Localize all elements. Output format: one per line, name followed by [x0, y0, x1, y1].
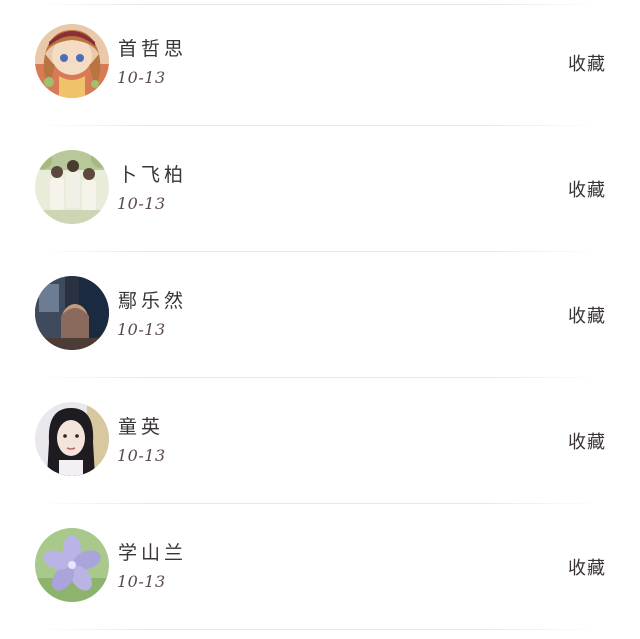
purple-flower-avatar-image — [35, 528, 109, 602]
favorite-button[interactable]: 收藏 — [568, 50, 606, 76]
user-name: 首哲思 — [118, 38, 188, 60]
dark-room-avatar-image — [35, 276, 109, 350]
user-name: 鄢乐然 — [118, 290, 188, 312]
anime-girl-avatar-image — [35, 24, 109, 98]
item-date: 10-13 — [117, 68, 166, 87]
user-name: 学山兰 — [118, 542, 188, 564]
list-item[interactable]: 童英 10-13 收藏 — [0, 378, 640, 504]
user-name: 童英 — [118, 416, 165, 438]
avatar[interactable] — [35, 150, 109, 224]
item-date: 10-13 — [117, 194, 166, 213]
item-date: 10-13 — [117, 572, 166, 591]
avatar[interactable] — [35, 24, 109, 98]
woman-portrait-avatar-image — [35, 402, 109, 476]
item-date: 10-13 — [117, 446, 166, 465]
user-name: 卜飞柏 — [118, 164, 188, 186]
group-photo-avatar-image — [35, 150, 109, 224]
list-item[interactable]: 卜飞柏 10-13 收藏 — [0, 126, 640, 252]
avatar[interactable] — [35, 276, 109, 350]
favorite-button[interactable]: 收藏 — [568, 428, 606, 454]
list-item[interactable]: 鄢乐然 10-13 收藏 — [0, 252, 640, 378]
favorite-button[interactable]: 收藏 — [568, 176, 606, 202]
user-list: 首哲思 10-13 收藏 卜飞柏 10-13 收藏 鄢乐然 10-13 收藏 童… — [0, 0, 640, 639]
row-divider — [36, 629, 600, 630]
avatar[interactable] — [35, 528, 109, 602]
favorite-button[interactable]: 收藏 — [568, 554, 606, 580]
favorite-button[interactable]: 收藏 — [568, 302, 606, 328]
item-date: 10-13 — [117, 320, 166, 339]
list-item[interactable]: 首哲思 10-13 收藏 — [0, 0, 640, 126]
avatar[interactable] — [35, 402, 109, 476]
list-item[interactable]: 学山兰 10-13 收藏 — [0, 504, 640, 630]
